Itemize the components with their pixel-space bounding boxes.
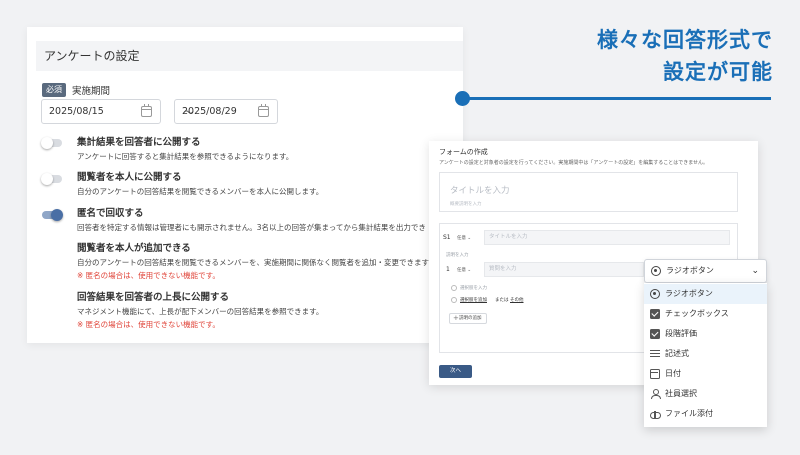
answer-type-menu: ラジオボタン チェックボックス 段階評価 記述式 日付 社員選択 ファイル添付 xyxy=(644,283,767,427)
section-number: S1 xyxy=(443,234,451,241)
question-input[interactable]: 質問を入力 xyxy=(484,262,644,277)
menu-item-label: 日付 xyxy=(665,369,681,378)
period-label-row: 必須 実施期間 xyxy=(42,83,110,97)
option-title: 集計結果を回答者に公開する xyxy=(77,137,201,148)
add-description-button[interactable]: + 説明の追加 xyxy=(449,313,487,324)
next-button[interactable]: 次へ xyxy=(439,365,472,378)
option-title: 閲覧者を本人が追加できる xyxy=(77,243,191,254)
survey-settings-card: アンケートの設定 必須 実施期間 2025/08/15 〜 2025/08/29… xyxy=(27,27,463,343)
calendar-icon xyxy=(650,369,660,379)
option-description: 自分のアンケートの回答結果を閲覧できるメンバーを本人に公開します。 xyxy=(77,187,324,196)
radio-icon xyxy=(651,266,661,276)
end-date-input[interactable]: 2025/08/29 xyxy=(174,99,278,124)
start-date-input[interactable]: 2025/08/15 xyxy=(41,99,161,124)
section-title-input[interactable]: タイトルを入力 xyxy=(484,230,730,245)
plus-icon: + xyxy=(453,314,459,322)
publish-viewers-toggle[interactable] xyxy=(41,173,62,185)
user-icon xyxy=(650,389,661,399)
menu-item-label: チェックボックス xyxy=(665,309,729,318)
settings-title: アンケートの設定 xyxy=(36,41,463,71)
choice-placeholder[interactable]: 選択肢を入力 xyxy=(460,285,487,291)
section-desc-placeholder[interactable]: 説明を入力 xyxy=(446,252,469,258)
start-date-value: 2025/08/15 xyxy=(49,106,104,117)
answer-type-select[interactable]: ラジオボタン ⌄ xyxy=(644,259,767,283)
headline-line-2: 設定が可能 xyxy=(663,60,773,84)
add-description-label: 説明の追加 xyxy=(459,316,482,321)
option-title: 匿名で回収する xyxy=(77,208,144,219)
connector-line xyxy=(463,97,771,100)
option-description: マネジメント機能にて、上長が配下メンバーの回答結果を参照できます。 xyxy=(77,307,324,316)
option-description: アンケートに回答すると集計結果を参照できるようになります。 xyxy=(77,152,294,161)
option-description: 回答者を特定する情報は管理者にも開示されません。3名以上の回答が集まってから集計… xyxy=(77,223,426,232)
rating-checkbox-icon xyxy=(650,329,660,339)
question-number: 1 xyxy=(446,266,450,273)
toggle-knob xyxy=(41,173,53,185)
end-date-value: 2025/08/29 xyxy=(182,106,237,117)
required-badge: 必須 xyxy=(42,83,66,97)
period-label: 実施期間 xyxy=(72,86,111,97)
menu-item-label: 社員選択 xyxy=(665,389,697,398)
option-title: 閲覧者を本人に公開する xyxy=(77,172,182,183)
selected-type-label: ラジオボタン xyxy=(666,266,714,275)
form-description: アンケートの設定と対象者の設定を行ってください。実施期間中は「アンケートの設定」… xyxy=(439,160,709,166)
menu-item-radio[interactable]: ラジオボタン xyxy=(644,284,767,304)
anonymous-toggle[interactable] xyxy=(42,209,63,221)
title-desc-placeholder: 概要説明を入力 xyxy=(450,202,482,207)
cloud-upload-icon xyxy=(650,409,661,419)
menu-item-checkbox[interactable]: チェックボックス xyxy=(644,304,767,324)
add-choice-link[interactable]: 選択肢を追加 xyxy=(460,297,487,303)
chevron-down-icon: ⌄ xyxy=(751,266,759,276)
option-warning: ※ 匿名の場合は、使用できない機能です。 xyxy=(77,271,220,280)
question-type-select[interactable]: 任意 ⌄ xyxy=(457,267,471,273)
form-title: フォームの作成 xyxy=(439,148,488,156)
checkbox-icon xyxy=(650,309,660,319)
choice-radio xyxy=(451,297,457,303)
calendar-icon[interactable] xyxy=(258,104,269,117)
menu-item-rating[interactable]: 段階評価 xyxy=(644,324,767,344)
menu-item-file[interactable]: ファイル添付 xyxy=(644,404,767,424)
menu-item-text[interactable]: 記述式 xyxy=(644,344,767,364)
option-title: 回答結果を回答者の上長に公開する xyxy=(77,292,230,303)
option-description: 自分のアンケートの回答結果を閲覧できるメンバーを、実施期間に関係なく閲覧者を追加… xyxy=(77,258,430,267)
menu-item-label: ファイル添付 xyxy=(665,409,713,418)
toggle-knob xyxy=(41,137,53,149)
add-other-link[interactable]: その他 xyxy=(510,297,524,303)
calendar-icon[interactable] xyxy=(141,104,152,117)
menu-item-date[interactable]: 日付 xyxy=(644,364,767,384)
publish-results-toggle[interactable] xyxy=(41,137,62,149)
radio-icon xyxy=(650,289,660,299)
option-warning: ※ 匿名の場合は、使用できない機能です。 xyxy=(77,320,220,329)
toggle-knob xyxy=(51,209,63,221)
menu-item-label: 記述式 xyxy=(665,349,689,358)
section-type-select[interactable]: 任意 ⌄ xyxy=(457,235,471,241)
headline-line-1: 様々な回答形式で xyxy=(597,28,773,52)
connector-dot xyxy=(455,91,470,106)
menu-item-employee[interactable]: 社員選択 xyxy=(644,384,767,404)
text-lines-icon xyxy=(650,349,660,359)
or-text: または xyxy=(495,298,509,303)
choice-radio xyxy=(451,285,457,291)
form-title-input[interactable]: タイトルを入力 概要説明を入力 xyxy=(439,172,738,212)
title-placeholder: タイトルを入力 xyxy=(450,186,510,196)
menu-item-label: ラジオボタン xyxy=(665,289,713,298)
menu-item-label: 段階評価 xyxy=(665,329,697,338)
